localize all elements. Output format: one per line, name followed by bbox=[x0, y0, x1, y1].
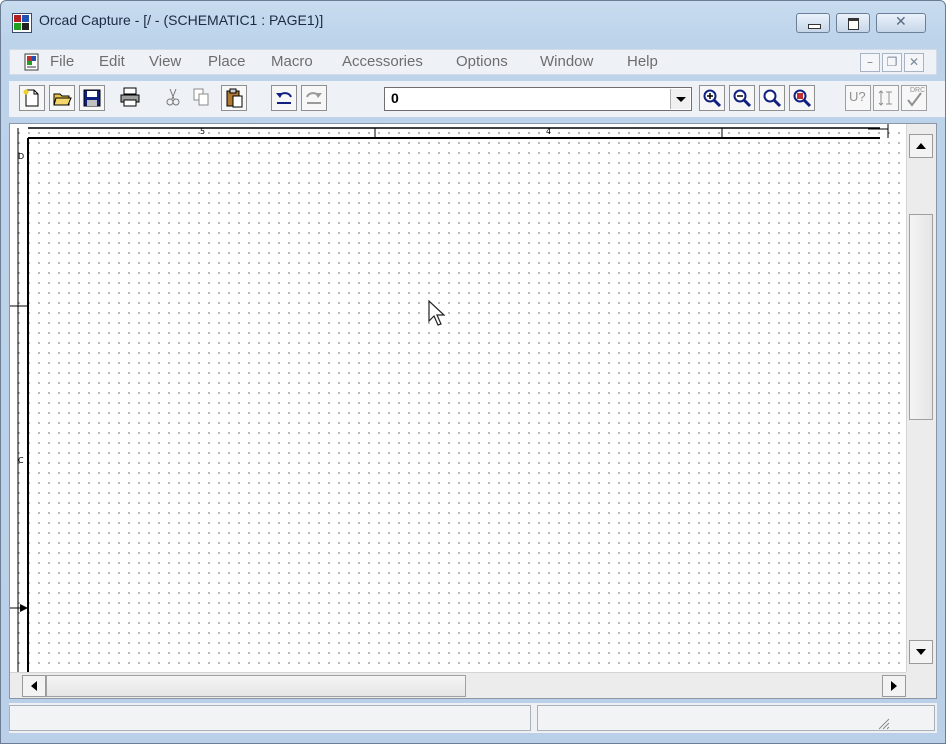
zoom-in-icon bbox=[703, 89, 722, 108]
resize-grip-icon[interactable] bbox=[875, 715, 891, 731]
annotate-icon: U? bbox=[849, 89, 866, 104]
print-icon bbox=[120, 87, 140, 107]
chevron-down-icon[interactable] bbox=[670, 89, 690, 109]
arrow-right-icon bbox=[891, 681, 897, 691]
minimize-button[interactable] bbox=[796, 13, 830, 33]
new-button[interactable] bbox=[19, 85, 45, 111]
mdi-minimize-button[interactable]: – bbox=[860, 53, 880, 72]
paste-button[interactable] bbox=[221, 85, 247, 111]
zoom-all-button[interactable] bbox=[789, 85, 815, 111]
open-button[interactable] bbox=[49, 85, 75, 111]
part-selector-combo[interactable]: 0 bbox=[384, 87, 692, 111]
zoom-area-icon bbox=[763, 89, 782, 108]
drc-icon bbox=[907, 92, 922, 107]
menu-window[interactable]: Window bbox=[540, 53, 593, 70]
redo-button[interactable] bbox=[301, 85, 327, 111]
undo-icon bbox=[276, 92, 292, 104]
menu-accessories[interactable]: Accessories bbox=[342, 53, 423, 70]
arrow-down-icon bbox=[916, 649, 926, 655]
vertical-scrollbar[interactable] bbox=[906, 124, 936, 672]
save-icon bbox=[83, 89, 101, 107]
copy-button[interactable] bbox=[189, 85, 215, 111]
annotate-button[interactable]: U? bbox=[845, 85, 871, 111]
mdi-close-button[interactable]: ✕ bbox=[904, 53, 924, 72]
menu-file[interactable]: File bbox=[50, 53, 74, 70]
menu-macro[interactable]: Macro bbox=[271, 53, 313, 70]
drc-button[interactable]: DRC bbox=[901, 85, 927, 111]
app-window: Orcad Capture - [/ - (SCHEMATIC1 : PAGE1… bbox=[0, 0, 946, 744]
document-icon[interactable] bbox=[24, 53, 40, 71]
zoom-all-icon bbox=[793, 89, 812, 108]
schematic-canvas[interactable]: 5 4 D C bbox=[9, 123, 937, 699]
back-annotate-button[interactable] bbox=[873, 85, 899, 111]
paste-icon bbox=[226, 88, 243, 108]
horizontal-scroll-thumb[interactable] bbox=[46, 675, 466, 697]
mouse-pointer-icon bbox=[428, 300, 446, 326]
menu-place[interactable]: Place bbox=[208, 53, 246, 70]
horizontal-scrollbar[interactable] bbox=[10, 672, 906, 698]
minimize-icon bbox=[808, 24, 821, 29]
close-button[interactable]: ✕ bbox=[876, 13, 926, 33]
back-annotate-icon bbox=[878, 90, 892, 106]
redo-icon bbox=[306, 92, 322, 104]
cut-button[interactable] bbox=[161, 85, 187, 111]
border-label-4: 4 bbox=[546, 127, 552, 136]
scrollbar-corner bbox=[906, 672, 936, 698]
arrow-left-icon bbox=[31, 681, 37, 691]
schematic-border bbox=[10, 124, 889, 672]
border-label-5: 5 bbox=[200, 127, 206, 136]
zoom-area-button[interactable] bbox=[759, 85, 785, 111]
orcad-app-icon[interactable] bbox=[12, 13, 32, 33]
mdi-restore-button[interactable]: ❐ bbox=[882, 53, 902, 72]
scroll-left-button[interactable] bbox=[22, 675, 46, 697]
new-icon bbox=[23, 89, 39, 107]
menu-edit[interactable]: Edit bbox=[99, 53, 125, 70]
schematic-grid[interactable]: 5 4 D C bbox=[10, 124, 906, 672]
status-panel-1 bbox=[9, 705, 531, 731]
status-bar bbox=[9, 703, 937, 733]
border-label-c: C bbox=[18, 456, 24, 465]
border-label-d: D bbox=[18, 152, 25, 161]
scroll-down-button[interactable] bbox=[909, 640, 933, 664]
open-icon bbox=[53, 93, 72, 106]
save-button[interactable] bbox=[79, 85, 105, 111]
maximize-icon bbox=[848, 18, 859, 30]
vertical-scroll-thumb[interactable] bbox=[909, 214, 933, 420]
zoom-out-icon bbox=[733, 89, 752, 108]
combo-value: 0 bbox=[391, 90, 399, 106]
zoom-out-button[interactable] bbox=[729, 85, 755, 111]
menu-options[interactable]: Options bbox=[456, 53, 508, 70]
menu-view[interactable]: View bbox=[149, 53, 181, 70]
menu-help[interactable]: Help bbox=[627, 53, 658, 70]
copy-icon bbox=[193, 88, 209, 106]
close-icon: ✕ bbox=[895, 14, 907, 30]
scroll-right-button[interactable] bbox=[882, 675, 906, 697]
scroll-up-button[interactable] bbox=[909, 134, 933, 158]
zoom-in-button[interactable] bbox=[699, 85, 725, 111]
arrow-up-icon bbox=[916, 143, 926, 149]
cut-icon bbox=[166, 88, 180, 106]
toolbar: 0 U? DRC bbox=[9, 81, 945, 117]
print-button[interactable] bbox=[117, 84, 143, 110]
window-title: Orcad Capture - [/ - (SCHEMATIC1 : PAGE1… bbox=[39, 12, 324, 28]
undo-button[interactable] bbox=[271, 85, 297, 111]
menu-bar: File Edit View Place Macro Accessories O… bbox=[9, 49, 937, 75]
title-bar[interactable]: Orcad Capture - [/ - (SCHEMATIC1 : PAGE1… bbox=[1, 1, 945, 43]
maximize-button[interactable] bbox=[836, 13, 870, 33]
